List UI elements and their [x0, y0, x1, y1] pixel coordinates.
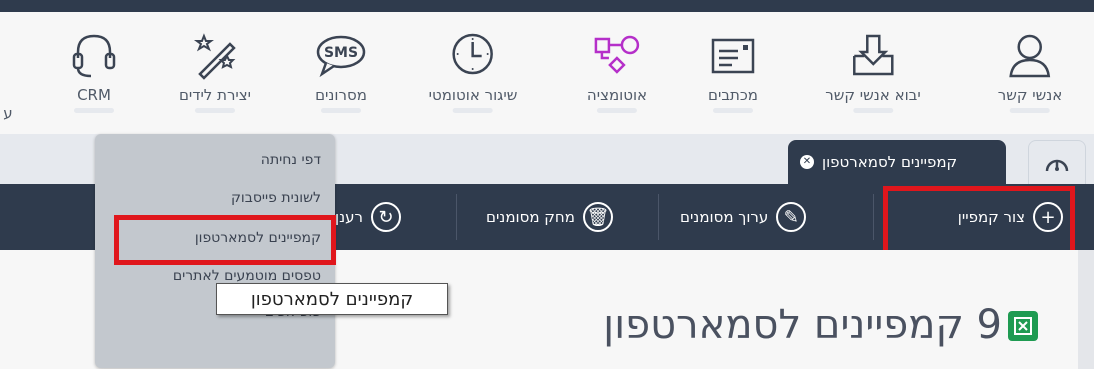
dropdown-item-landing-pages[interactable]: דפי נחיתה [261, 152, 321, 168]
nav-lead-generation[interactable]: יצירת לידים [179, 30, 251, 113]
tooltip: קמפיינים לסמארטפון [216, 283, 448, 315]
campaign-count: 9 [976, 302, 1002, 348]
nav-label: מכתבים [708, 86, 758, 104]
pencil-icon: ✎ [776, 202, 807, 232]
nav-more[interactable]: ע [3, 104, 12, 122]
headset-icon [72, 34, 116, 78]
refresh-icon: ↻ [370, 202, 401, 232]
nav-label: יבוא אנשי קשר [825, 86, 921, 104]
excel-icon[interactable] [1008, 311, 1038, 341]
nav-sms[interactable]: SMS מסרונים [314, 30, 368, 113]
nav-label: שיגור אוטומטי [428, 86, 518, 104]
sms-icon: SMS [316, 35, 366, 78]
svg-text:SMS: SMS [324, 45, 358, 61]
edit-selected-label: ערוך מסומנים [680, 208, 769, 226]
nav-crm[interactable]: CRM [69, 30, 119, 113]
edit-selected-button[interactable]: ✎ ערוך מסומנים [680, 184, 807, 250]
page-title: 9 קמפיינים לסמארטפון [603, 302, 1002, 348]
newsletter-icon [711, 38, 755, 74]
dropdown-item-embedded-forms[interactable]: טפסים מוטמעים לאתרים [173, 268, 321, 284]
scrollbar[interactable] [1078, 250, 1094, 369]
nav-contacts[interactable]: אנשי קשר [997, 30, 1063, 113]
nav-label: אוטומציה [586, 86, 648, 104]
refresh-label: רענן [335, 208, 363, 226]
tab-smartphone-campaigns[interactable]: קמפיינים לסמארטפון ✕ [788, 140, 1006, 184]
magic-wand-icon [193, 33, 236, 80]
nav-label: אנשי קשר [997, 86, 1063, 104]
nav-newsletters[interactable]: מכתבים [708, 30, 758, 113]
highlight-smartphone-campaigns [114, 215, 336, 265]
clock-icon [452, 33, 494, 75]
delete-selected-button[interactable]: 🗑 מחק מסומנים [486, 184, 613, 250]
nav-automation[interactable]: אוטומציה [587, 30, 647, 113]
nav-label: מסרונים [315, 86, 367, 104]
user-icon [1009, 34, 1051, 78]
page-title-text: קמפיינים לסמארטפון [603, 302, 964, 348]
main-nav: אנשי קשר יבוא אנשי קשר מכתבים אוטומציה ש… [0, 12, 1094, 134]
speedometer-icon [1045, 159, 1069, 172]
nav-label: CRM [77, 86, 111, 104]
tab-dashboard[interactable] [1028, 140, 1086, 185]
nav-label: יצירת לידים [178, 86, 252, 104]
close-icon[interactable]: ✕ [800, 155, 814, 169]
nav-import-contacts[interactable]: יבוא אנשי קשר [825, 30, 921, 113]
trash-icon: 🗑 [582, 202, 613, 232]
nav-auto-send[interactable]: שיגור אוטומטי [428, 30, 518, 113]
nav-label: ע [3, 104, 13, 122]
dropdown-item-facebook-tab[interactable]: לשונית פייסבוק [231, 190, 321, 206]
tab-label: קמפיינים לסמארטפון [822, 153, 958, 171]
import-icon [852, 34, 894, 76]
automation-icon [594, 35, 640, 74]
delete-selected-label: מחק מסומנים [486, 208, 575, 226]
refresh-button[interactable]: ↻ רענן [335, 184, 401, 250]
top-bar [0, 0, 1094, 12]
highlight-create-campaign [883, 186, 1075, 256]
